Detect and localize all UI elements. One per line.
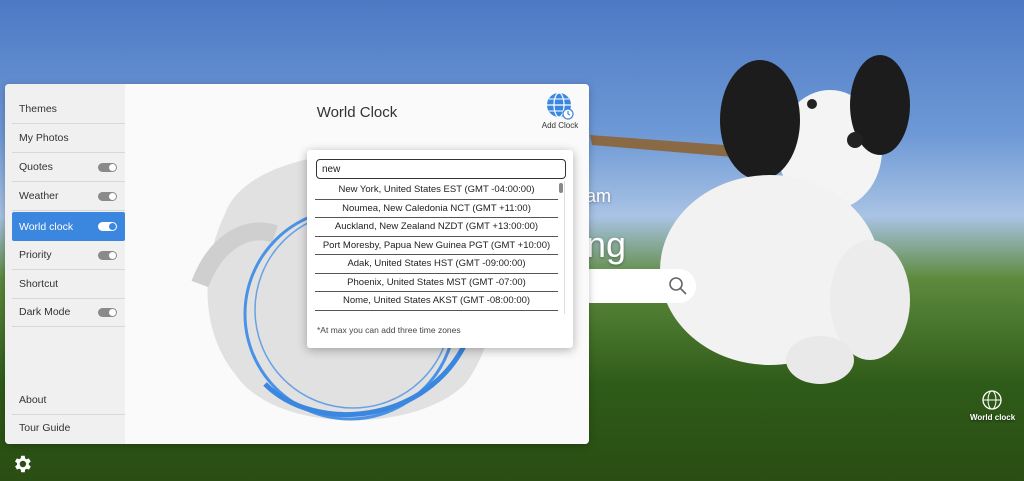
sidebar-item-label: Priority xyxy=(19,249,52,261)
sidebar-item-world-clock[interactable]: World clock xyxy=(12,212,125,241)
greeting-hello-fragment: am xyxy=(586,186,612,206)
timezone-search-input[interactable] xyxy=(316,159,566,179)
dark-mode-toggle[interactable] xyxy=(98,308,117,317)
weather-toggle[interactable] xyxy=(98,192,117,201)
sidebar-item-label: My Photos xyxy=(19,132,69,144)
sidebar-item-themes[interactable]: Themes xyxy=(12,95,125,124)
timezone-option[interactable]: New York, United States EST (GMT -04:00:… xyxy=(315,181,558,200)
timezone-option[interactable]: Port Moresby, Papua New Guinea PGT (GMT … xyxy=(315,237,558,255)
priority-toggle[interactable] xyxy=(98,251,117,260)
quotes-toggle[interactable] xyxy=(98,163,117,172)
sidebar-item-label: Dark Mode xyxy=(19,306,71,318)
sidebar-item-label: Shortcut xyxy=(19,278,59,290)
timezone-option[interactable]: Nome, United States AKST (GMT -08:00:00) xyxy=(315,292,558,311)
search-icon[interactable] xyxy=(668,276,688,296)
timezone-limit-note: *At max you can add three time zones xyxy=(317,325,461,335)
add-clock-button[interactable]: Add Clock xyxy=(538,91,582,130)
sidebar-item-label: World clock xyxy=(19,220,74,233)
world-clock-toggle[interactable] xyxy=(98,222,117,231)
sidebar-item-weather[interactable]: Weather xyxy=(12,182,125,211)
page-title: World Clock xyxy=(316,104,398,121)
sidebar-item-quotes[interactable]: Quotes xyxy=(12,153,125,182)
sidebar-item-label: Themes xyxy=(19,103,57,115)
list-scrollbar[interactable] xyxy=(559,183,563,193)
add-clock-label: Add Clock xyxy=(541,121,579,130)
timezone-option[interactable]: Auckland, New Zealand NZDT (GMT +13:00:0… xyxy=(315,218,558,237)
globe-clock-icon xyxy=(982,390,1002,410)
timezone-option[interactable]: Adak, United States HST (GMT -09:00:00) xyxy=(315,255,558,274)
sidebar-item-my-photos[interactable]: My Photos xyxy=(12,124,125,153)
timezone-dropdown: New York, United States EST (GMT -04:00:… xyxy=(307,150,573,348)
world-clock-shortcut[interactable]: World clock xyxy=(970,389,1016,422)
sidebar-item-priority[interactable]: Priority xyxy=(12,241,125,270)
settings-sidebar: Themes My Photos Quotes Weather World cl… xyxy=(5,84,125,444)
sidebar-item-tour-guide[interactable]: Tour Guide xyxy=(12,413,125,442)
sidebar-item-label: Tour Guide xyxy=(19,421,71,434)
sidebar-item-label: Quotes xyxy=(19,161,53,173)
timezone-option[interactable]: Phoenix, United States MST (GMT -07:00) xyxy=(315,274,558,292)
sidebar-item-label: About xyxy=(19,394,47,406)
sidebar-item-shortcut[interactable]: Shortcut xyxy=(12,270,125,299)
sidebar-item-dark-mode[interactable]: Dark Mode xyxy=(12,298,125,327)
timezone-option[interactable]: Noumea, New Caledonia NCT (GMT +11:00) xyxy=(315,200,558,218)
globe-add-icon xyxy=(547,92,574,120)
sidebar-item-label: Weather xyxy=(19,190,59,202)
sidebar-item-about[interactable]: About xyxy=(12,386,125,415)
greeting-text-fragment: ng xyxy=(586,224,627,265)
timezone-list[interactable]: New York, United States EST (GMT -04:00:… xyxy=(315,181,565,314)
gear-icon[interactable] xyxy=(11,453,33,475)
world-clock-shortcut-label: World clock xyxy=(970,413,1016,422)
